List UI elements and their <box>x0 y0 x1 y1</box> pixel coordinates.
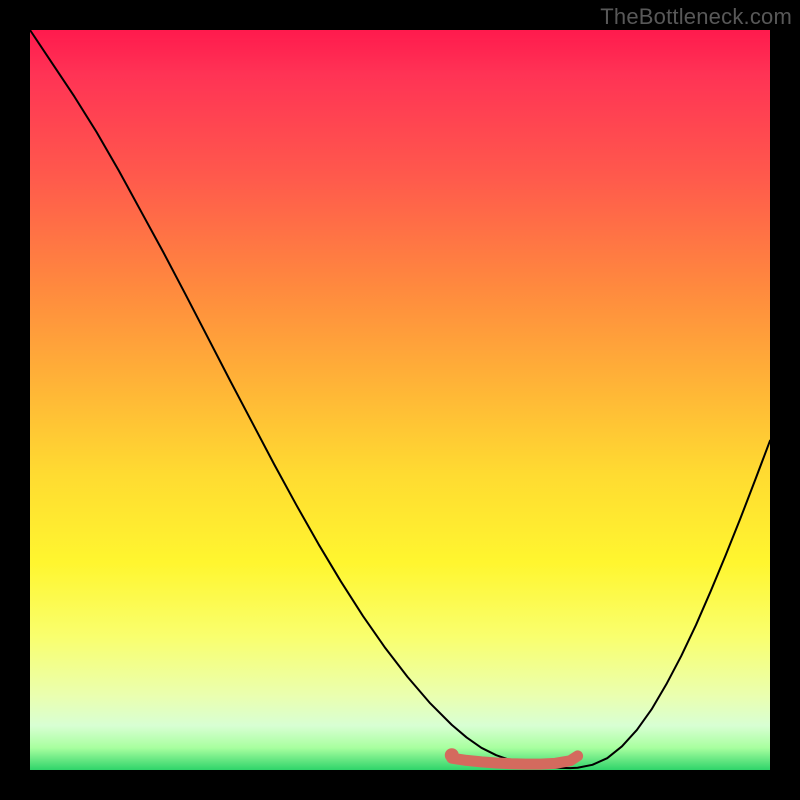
watermark-text: TheBottleneck.com <box>600 4 792 30</box>
bottleneck-curve <box>30 30 770 768</box>
chart-svg <box>30 30 770 770</box>
marker-dot <box>445 748 459 762</box>
plot-area <box>30 30 770 770</box>
chart-frame: TheBottleneck.com <box>0 0 800 800</box>
optimal-band-highlight <box>452 756 578 764</box>
